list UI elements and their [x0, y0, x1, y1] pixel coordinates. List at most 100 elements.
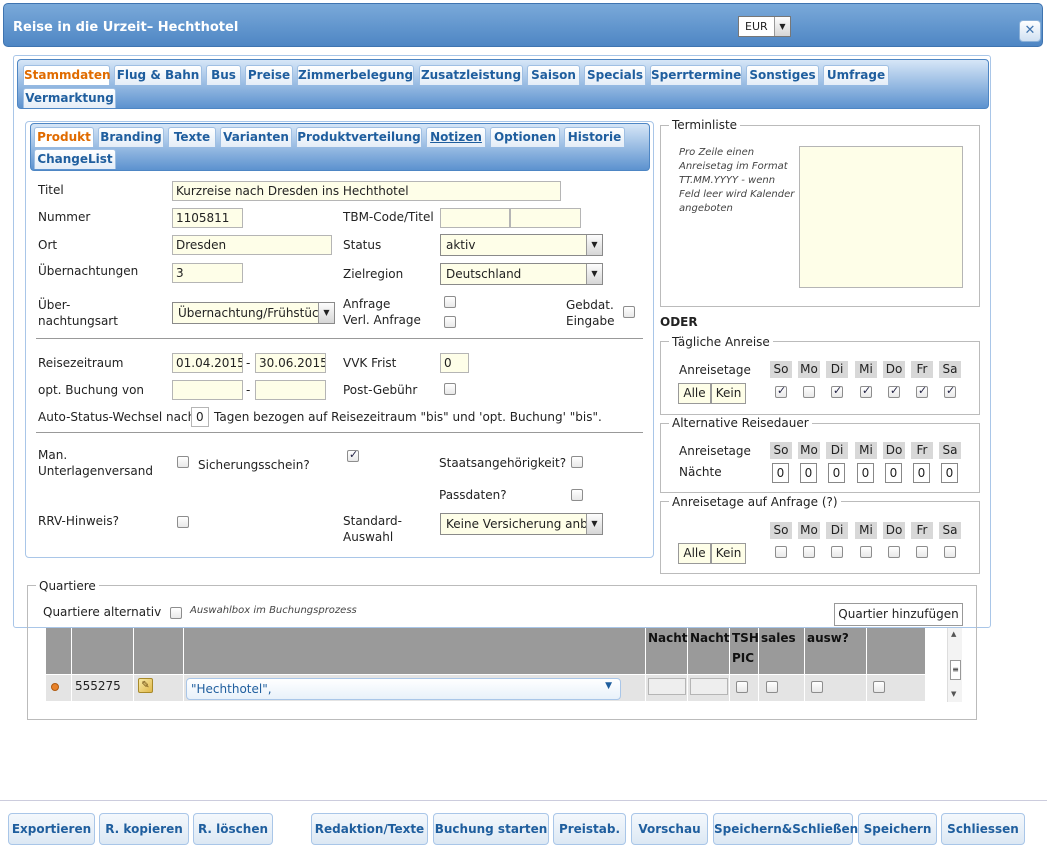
taeglich-day-checkbox[interactable] [888, 384, 900, 398]
rrv-checkbox[interactable] [177, 516, 189, 528]
alle-button[interactable]: Alle [678, 383, 711, 404]
speichern-button[interactable]: Speichern [858, 813, 937, 845]
nummer-input[interactable]: 1105811 [172, 208, 243, 228]
tab-produkt[interactable]: Produkt [34, 127, 94, 147]
scroll-up-icon[interactable]: ▲ [951, 630, 956, 638]
staatsangehoerigkeit-checkbox[interactable] [571, 456, 583, 468]
naechte-input[interactable]: 0 [857, 463, 874, 483]
buchung-starten-button[interactable]: Buchung starten [433, 813, 549, 845]
alle-button[interactable]: Alle [678, 543, 711, 564]
nacht-input[interactable] [690, 678, 728, 695]
scroll-thumb[interactable]: ≡ [950, 660, 961, 680]
r-loeschen-button[interactable]: R. löschen [193, 813, 273, 845]
exportieren-button[interactable]: Exportieren [8, 813, 95, 845]
zielregion-select[interactable]: Deutschland ▼ [440, 263, 603, 285]
kein-button[interactable]: Kein [711, 383, 746, 404]
tab-texte[interactable]: Texte [168, 127, 216, 147]
redaktion-texte-button[interactable]: Redaktion/Texte [311, 813, 428, 845]
uebernachtungen-input[interactable]: 3 [172, 263, 243, 283]
preistab-button[interactable]: Preistab. [553, 813, 626, 845]
tab-zimmerbelegung[interactable]: Zimmerbelegung [297, 65, 414, 85]
tab-umfrage[interactable]: Umfrage [823, 65, 889, 85]
taeglich-day-checkbox[interactable] [831, 384, 843, 398]
anfrage-day-checkbox[interactable] [831, 546, 843, 558]
anfrage-day-checkbox[interactable] [775, 546, 787, 558]
gebdat-checkbox[interactable] [623, 306, 635, 318]
speichern-schliessen-button[interactable]: Speichern&Schließen [713, 813, 858, 845]
taeglich-day-checkbox[interactable] [916, 384, 928, 398]
tab-saison[interactable]: Saison [527, 65, 580, 85]
reisezeitraum-bis-input[interactable]: 30.06.2015 [255, 353, 326, 373]
currency-select[interactable]: EUR ▼ [738, 16, 791, 37]
quartier-hinzufuegen-button[interactable]: Quartier hinzufügen [834, 603, 963, 626]
verl-anfrage-checkbox[interactable] [444, 316, 456, 328]
tab-changelist[interactable]: ChangeList [34, 149, 116, 169]
anfrage-day-checkbox[interactable] [888, 546, 900, 558]
quartier-select[interactable]: "Hechthotel", ▼ [186, 678, 621, 700]
tab-varianten[interactable]: Varianten [220, 127, 292, 147]
tab-specials[interactable]: Specials [584, 65, 646, 85]
nacht-input[interactable] [648, 678, 686, 695]
tab-sperrtermine[interactable]: Sperrtermine [650, 65, 742, 85]
anfrage-day-checkbox[interactable] [916, 546, 928, 558]
reisezeitraum-von-input[interactable]: 01.04.2015 [172, 353, 243, 373]
naechte-input[interactable]: 0 [913, 463, 930, 483]
anfrage-day-checkbox[interactable] [803, 546, 815, 558]
tab-vermarktung[interactable]: Vermarktung [23, 88, 116, 108]
naechte-input[interactable]: 0 [800, 463, 817, 483]
naechte-input[interactable]: 0 [941, 463, 958, 483]
tab-preise[interactable]: Preise [245, 65, 293, 85]
man-unterlagen-checkbox[interactable] [177, 456, 189, 468]
taeglich-day-checkbox[interactable] [860, 384, 872, 398]
tab-stammdaten[interactable]: Stammdaten [23, 65, 111, 85]
sales-checkbox[interactable] [766, 681, 778, 693]
titel-input[interactable]: Kurzreise nach Dresden ins Hechthotel [172, 181, 561, 201]
naechte-input[interactable]: 0 [828, 463, 845, 483]
tsh-pic-checkbox[interactable] [736, 681, 748, 693]
row-checkbox[interactable] [873, 681, 885, 693]
vvk-input[interactable]: 0 [440, 353, 469, 373]
uebernachtungsart-select[interactable]: Übernachtung/Frühstück ▼ [172, 302, 335, 324]
opt-von-input[interactable] [172, 380, 243, 400]
terminliste-textarea[interactable] [799, 146, 963, 288]
tab-produktverteilung[interactable]: Produktverteilung [296, 127, 422, 147]
passdaten-checkbox[interactable] [571, 489, 583, 501]
vorschau-button[interactable]: Vorschau [631, 813, 708, 845]
tab-flug-bahn[interactable]: Flug & Bahn [114, 65, 202, 85]
kein-button[interactable]: Kein [711, 543, 746, 564]
quartiere-alternativ-checkbox[interactable] [170, 607, 182, 619]
tbm-titel-input[interactable] [510, 208, 581, 228]
vvk-label: VVK Frist [343, 356, 397, 370]
post-gebuehr-checkbox[interactable] [444, 383, 456, 395]
table-scrollbar[interactable]: ▲ ≡ ▼ [947, 628, 962, 702]
standard-auswahl-select[interactable]: Keine Versicherung anbieten ▼ [440, 513, 603, 535]
r-kopieren-button[interactable]: R. kopieren [99, 813, 189, 845]
ausw-checkbox[interactable] [811, 681, 823, 693]
ort-input[interactable]: Dresden [172, 235, 332, 255]
tab-sonstiges[interactable]: Sonstiges [746, 65, 819, 85]
anfrage-checkbox[interactable] [444, 296, 456, 308]
close-icon[interactable]: ✕ [1019, 20, 1041, 42]
naechte-input[interactable]: 0 [885, 463, 902, 483]
main-tabbar: Stammdaten Flug & Bahn Bus Preise Zimmer… [17, 59, 989, 109]
tbm-code-input[interactable] [440, 208, 510, 228]
tab-zusatzleistung[interactable]: Zusatzleistung [419, 65, 523, 85]
scroll-down-icon[interactable]: ▼ [951, 690, 956, 698]
taeglich-day-checkbox[interactable] [775, 384, 787, 398]
tab-notizen[interactable]: Notizen [426, 127, 486, 147]
status-select[interactable]: aktiv ▼ [440, 234, 603, 256]
opt-bis-input[interactable] [255, 380, 326, 400]
naechte-input[interactable]: 0 [772, 463, 789, 483]
tab-historie[interactable]: Historie [564, 127, 625, 147]
tab-bus[interactable]: Bus [206, 65, 241, 85]
tab-optionen[interactable]: Optionen [490, 127, 560, 147]
sicherungsschein-checkbox[interactable] [347, 448, 359, 462]
anfrage-day-checkbox[interactable] [860, 546, 872, 558]
taeglich-day-checkbox[interactable] [803, 386, 815, 398]
anfrage-day-checkbox[interactable] [944, 546, 956, 558]
edit-pencil-icon[interactable]: ✎ [138, 678, 153, 693]
tab-branding[interactable]: Branding [98, 127, 164, 147]
taeglich-day-checkbox[interactable] [944, 384, 956, 398]
schliessen-button[interactable]: Schliessen [941, 813, 1025, 845]
auto-status-input[interactable]: 0 [191, 407, 209, 427]
